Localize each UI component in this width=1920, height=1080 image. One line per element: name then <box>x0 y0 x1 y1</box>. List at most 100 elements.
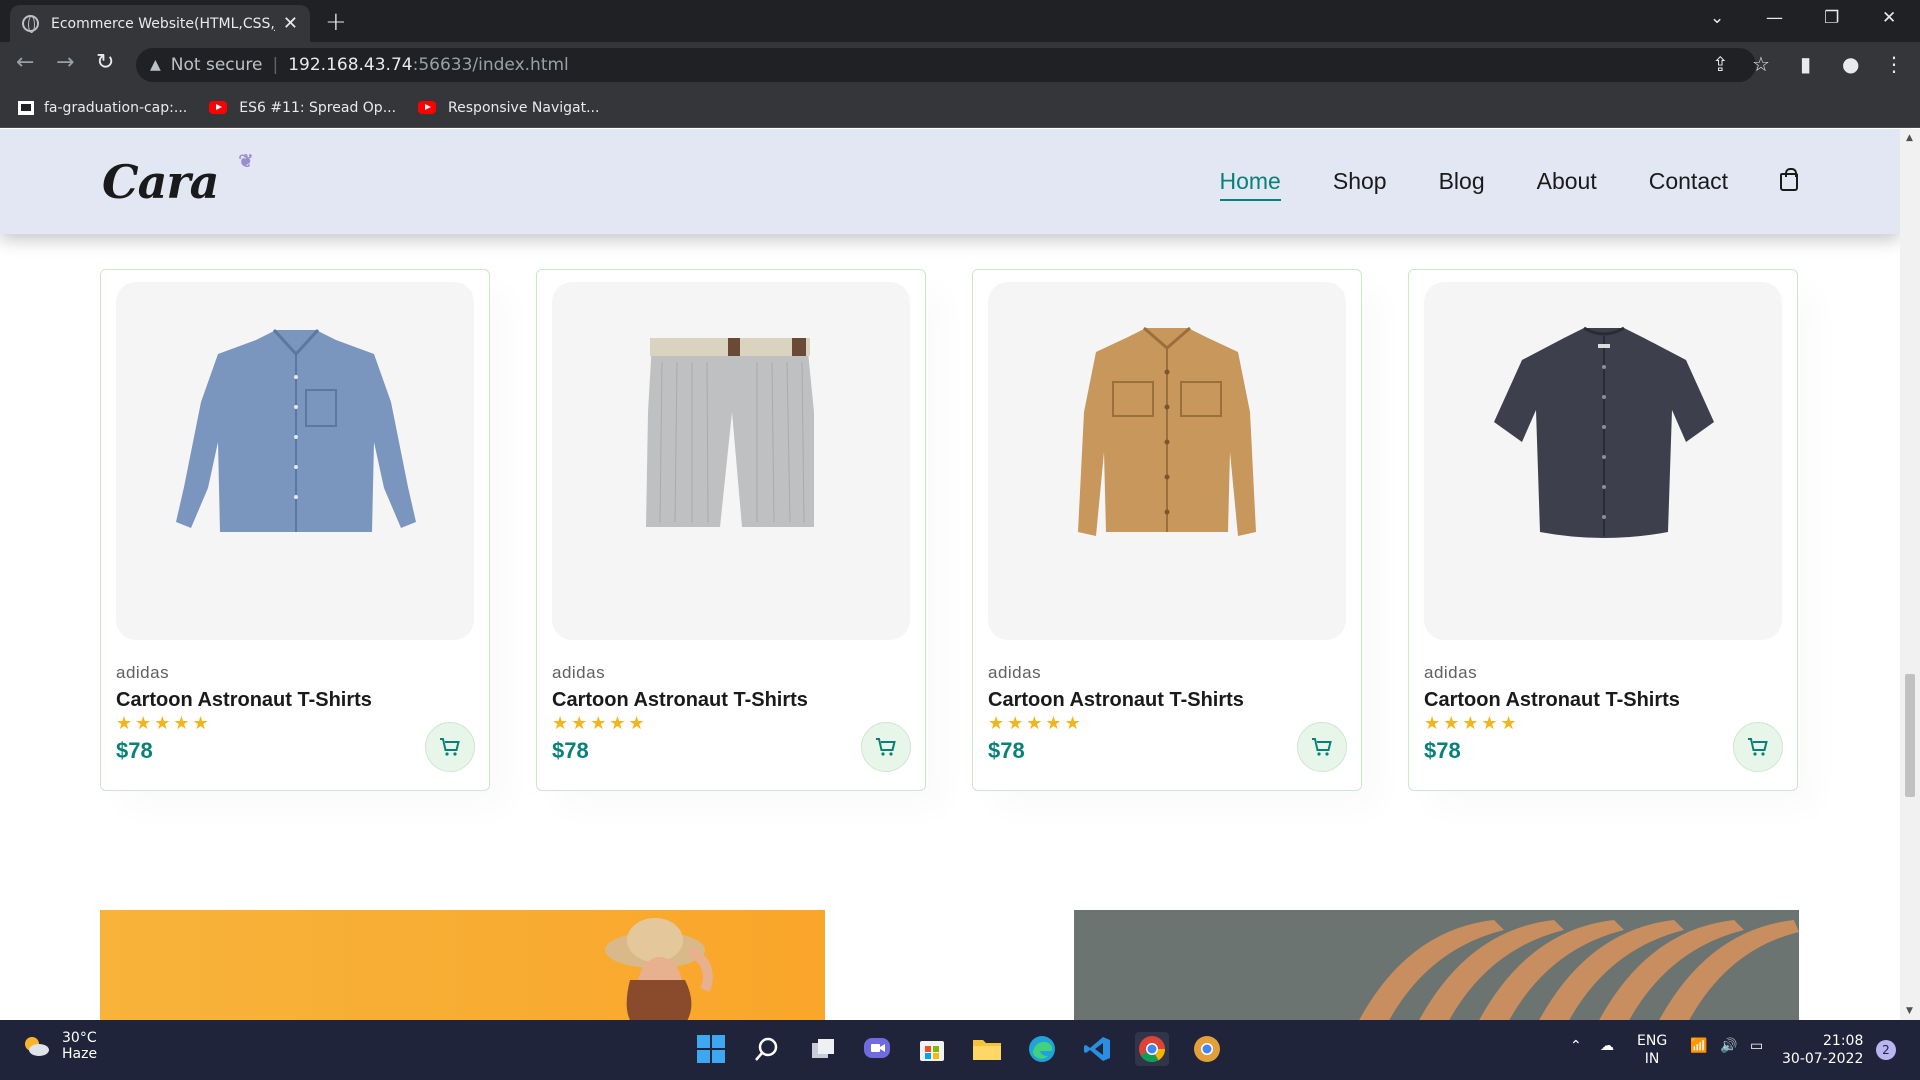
show-hidden-icons-chevron-icon[interactable]: ⌃ <box>1570 1038 1582 1054</box>
cart-icon <box>876 738 896 756</box>
tab-title: Ecommerce Website(HTML,CSS,J <box>51 15 275 32</box>
security-status: Not secure <box>170 55 263 75</box>
back-icon[interactable]: ← <box>16 50 34 75</box>
close-tab-icon[interactable]: ✕ <box>283 13 298 34</box>
new-tab-button[interactable]: + <box>325 7 347 37</box>
address-bar[interactable]: ▲ Not secure | 192.168.43.74:56633/index… <box>136 48 1756 82</box>
site-header: Cara ❦ Home Shop Blog About Contact <box>0 129 1900 234</box>
scrollbar-thumb[interactable] <box>1905 674 1915 797</box>
start-windows-icon[interactable] <box>694 1032 728 1066</box>
main-nav: Home Shop Blog About Contact <box>1168 167 1798 201</box>
teams-chat-icon[interactable] <box>860 1032 894 1066</box>
browser-titlebar: Ecommerce Website(HTML,CSS,J ✕ + ⌄ — ❐ ✕ <box>0 0 1920 42</box>
clock[interactable]: 21:08 30-07-2022 <box>1782 1032 1863 1068</box>
product-price: $78 <box>116 738 153 763</box>
minimize-button[interactable]: — <box>1766 8 1783 28</box>
clock-time: 21:08 <box>1823 1033 1864 1049</box>
youtube-icon <box>418 101 437 114</box>
profile-icon[interactable]: ● <box>1842 52 1859 76</box>
side-panel-icon[interactable]: ▮ <box>1800 52 1811 76</box>
scroll-up-icon[interactable]: ▲ <box>1906 133 1913 143</box>
product-price: $78 <box>552 738 589 763</box>
chrome-canary-icon[interactable] <box>1190 1032 1224 1066</box>
product-price: $78 <box>1424 738 1461 763</box>
globe-icon <box>22 15 39 33</box>
bookmark-label: fa-graduation-cap:... <box>44 99 188 116</box>
bookmark-item[interactable]: fa-graduation-cap:... <box>18 100 187 116</box>
bookmark-star-icon[interactable]: ☆ <box>1752 52 1770 76</box>
weather-condition: Haze <box>62 1046 98 1062</box>
forward-icon[interactable]: → <box>56 50 74 75</box>
site-logo[interactable]: Cara ❦ <box>102 151 253 209</box>
product-card[interactable]: adidas Cartoon Astronaut T-Shirts ★★★★★ … <box>536 269 926 791</box>
language-code: ENG <box>1637 1033 1668 1049</box>
add-to-cart-button[interactable] <box>1733 722 1783 772</box>
browser-toolbar: ← → ↻ ▲ Not secure | 192.168.43.74:56633… <box>0 42 1920 88</box>
search-icon[interactable] <box>750 1032 784 1066</box>
add-to-cart-button[interactable] <box>425 722 475 772</box>
nav-about[interactable]: About <box>1537 168 1597 195</box>
product-name: Cartoon Astronaut T-Shirts <box>1424 689 1680 711</box>
add-to-cart-button[interactable] <box>1297 722 1347 772</box>
bookmark-item[interactable]: ES6 #11: Spread Op... <box>209 100 396 116</box>
weather-widget[interactable]: 30°C Haze <box>22 1030 97 1062</box>
product-brand: adidas <box>552 663 606 682</box>
onedrive-cloud-icon[interactable]: ☁ <box>1600 1038 1614 1054</box>
menu-kebab-icon[interactable]: ⋮ <box>1884 52 1904 76</box>
page-viewport: Cara ❦ Home Shop Blog About Contact adid… <box>0 129 1900 1020</box>
battery-icon[interactable]: ▭ <box>1750 1038 1763 1054</box>
product-card[interactable]: adidas Cartoon Astronaut T-Shirts ★★★★★ … <box>972 269 1362 791</box>
vscode-icon[interactable] <box>1080 1032 1114 1066</box>
product-card[interactable]: adidas Cartoon Astronaut T-Shirts ★★★★★ … <box>1408 269 1798 791</box>
task-view-icon[interactable] <box>806 1032 840 1066</box>
volume-icon[interactable]: 🔊 <box>1720 1038 1737 1054</box>
product-name: Cartoon Astronaut T-Shirts <box>116 689 372 711</box>
flag-icon <box>18 100 34 115</box>
rating-stars-icon: ★★★★★ <box>552 713 648 734</box>
notification-badge[interactable]: 2 <box>1876 1040 1896 1060</box>
url-path: :56633/index.html <box>412 55 569 75</box>
bookmark-item[interactable]: Responsive Navigat... <box>418 100 599 116</box>
page-scrollbar[interactable]: ▲ ▼ <box>1900 129 1920 1020</box>
rating-stars-icon: ★★★★★ <box>1424 713 1520 734</box>
weather-haze-icon <box>22 1034 50 1058</box>
product-name: Cartoon Astronaut T-Shirts <box>988 689 1244 711</box>
product-brand: adidas <box>116 663 170 682</box>
nav-blog[interactable]: Blog <box>1439 168 1485 195</box>
edge-browser-icon[interactable] <box>1025 1032 1059 1066</box>
windows-taskbar: 30°C Haze ⌃ ☁ ENG IN 📶 🔊 ▭ 21:08 30-07-2… <box>0 1020 1920 1080</box>
file-explorer-icon[interactable] <box>970 1032 1004 1066</box>
logo-text: Cara <box>102 154 219 209</box>
clock-date: 30-07-2022 <box>1782 1051 1864 1067</box>
wifi-icon[interactable]: 📶 <box>1690 1038 1707 1054</box>
tab-search-icon[interactable]: ⌄ <box>1710 8 1724 28</box>
share-icon[interactable]: ⇪ <box>1712 52 1729 76</box>
reload-icon[interactable]: ↻ <box>96 50 114 75</box>
language-indicator[interactable]: ENG IN <box>1637 1032 1667 1068</box>
product-name: Cartoon Astronaut T-Shirts <box>552 689 808 711</box>
browser-tab[interactable]: Ecommerce Website(HTML,CSS,J ✕ <box>10 5 310 42</box>
youtube-icon <box>209 101 228 114</box>
bookmark-label: Responsive Navigat... <box>448 99 600 116</box>
shopping-bag-icon[interactable] <box>1780 167 1798 191</box>
microsoft-store-icon[interactable] <box>915 1032 949 1066</box>
product-price: $78 <box>988 738 1025 763</box>
bookmarks-bar: fa-graduation-cap:... ES6 #11: Spread Op… <box>0 88 1920 128</box>
nav-shop[interactable]: Shop <box>1333 168 1387 195</box>
banner-woman-hat-image <box>100 910 825 1020</box>
chrome-icon[interactable] <box>1135 1032 1169 1066</box>
product-brand: adidas <box>988 663 1042 682</box>
product-grid: adidas Cartoon Astronaut T-Shirts ★★★★★ … <box>100 269 1800 791</box>
cart-icon <box>440 738 460 756</box>
url-host: 192.168.43.74 <box>288 55 413 75</box>
warning-icon: ▲ <box>150 57 161 73</box>
add-to-cart-button[interactable] <box>861 722 911 772</box>
region-code: IN <box>1644 1051 1660 1067</box>
product-card[interactable]: adidas Cartoon Astronaut T-Shirts ★★★★★ … <box>100 269 490 791</box>
product-image-grey-striped-shorts <box>552 282 910 640</box>
scroll-down-icon[interactable]: ▼ <box>1906 1006 1913 1016</box>
nav-contact[interactable]: Contact <box>1649 168 1728 195</box>
window-close-button[interactable]: ✕ <box>1882 8 1896 28</box>
restore-button[interactable]: ❐ <box>1824 8 1839 28</box>
nav-home[interactable]: Home <box>1219 168 1282 201</box>
